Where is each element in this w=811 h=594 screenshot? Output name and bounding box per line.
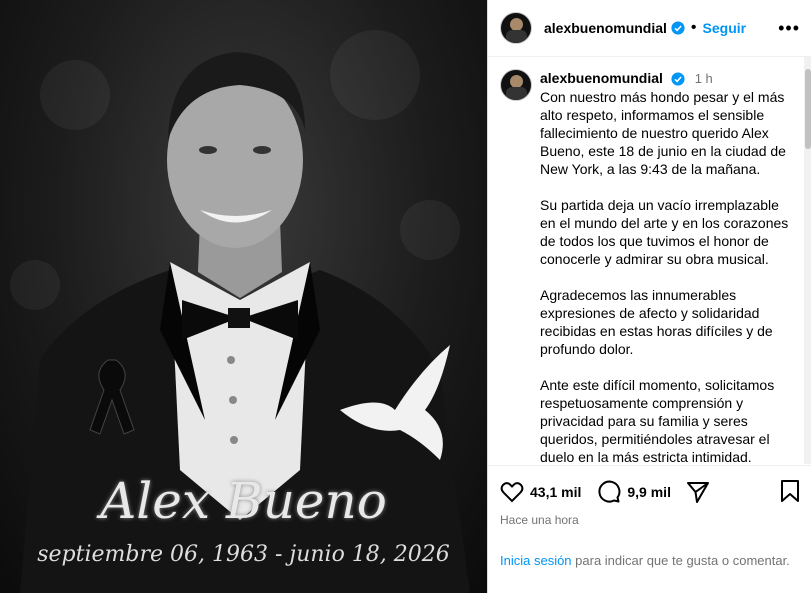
caption-username[interactable]: alexbuenomundial <box>540 70 663 86</box>
separator-dot: • <box>690 19 697 36</box>
post-image[interactable]: Alex Bueno septiembre 06, 1963 - junio 1… <box>0 0 487 593</box>
post-side-panel: alexbuenomundial • Seguir ••• alexbuenom… <box>487 0 811 593</box>
verified-badge-icon <box>671 21 685 35</box>
follow-button[interactable]: Seguir <box>703 20 747 36</box>
share-action[interactable] <box>686 481 715 503</box>
login-link[interactable]: Inicia sesión <box>500 553 572 568</box>
caption-paragraph: Su partida deja un vacío irremplazable e… <box>540 197 789 267</box>
like-count[interactable]: 43,1 mil <box>530 484 581 500</box>
avatar[interactable] <box>500 12 532 44</box>
scrollbar[interactable] <box>804 57 811 464</box>
scrollbar-thumb[interactable] <box>805 69 811 149</box>
like-action[interactable]: 43,1 mil <box>500 481 581 503</box>
save-bookmark-icon[interactable] <box>780 480 800 502</box>
caption: alexbuenomundial 1 h Con nuestro más hon… <box>540 69 798 464</box>
posted-ago[interactable]: Hace una hora <box>500 513 579 527</box>
login-prompt-text: para indicar que te gusta o comentar. <box>571 553 790 568</box>
memorial-name: Alex Bueno <box>100 472 387 530</box>
heart-icon[interactable] <box>500 481 524 503</box>
caption-paragraph: Con nuestro más hondo pesar y el más alt… <box>540 89 786 177</box>
login-prompt: Inicia sesión para indicar que te gusta … <box>500 552 790 570</box>
share-icon[interactable] <box>686 481 709 503</box>
comment-icon[interactable] <box>597 480 621 504</box>
header-username[interactable]: alexbuenomundial <box>544 20 667 36</box>
comment-count[interactable]: 9,9 mil <box>627 484 671 500</box>
caption-avatar[interactable] <box>500 69 532 101</box>
actions-section: 43,1 mil 9,9 mil Hace una hora Inicia se… <box>488 465 811 594</box>
caption-scroll-area[interactable]: alexbuenomundial 1 h Con nuestro más hon… <box>488 57 811 464</box>
memorial-dates: septiembre 06, 1963 - junio 18, 2026 <box>37 542 450 567</box>
verified-badge-icon <box>671 72 685 86</box>
caption-paragraph: Agradecemos las innumerables expresiones… <box>540 287 773 357</box>
caption-time[interactable]: 1 h <box>695 71 713 86</box>
more-options-icon[interactable]: ••• <box>778 18 800 39</box>
action-row: 43,1 mil 9,9 mil <box>500 480 731 504</box>
comment-action[interactable]: 9,9 mil <box>597 480 671 504</box>
caption-paragraph: Ante este difícil momento, solicitamos r… <box>540 377 775 464</box>
post-header: alexbuenomundial • Seguir ••• <box>488 0 811 57</box>
